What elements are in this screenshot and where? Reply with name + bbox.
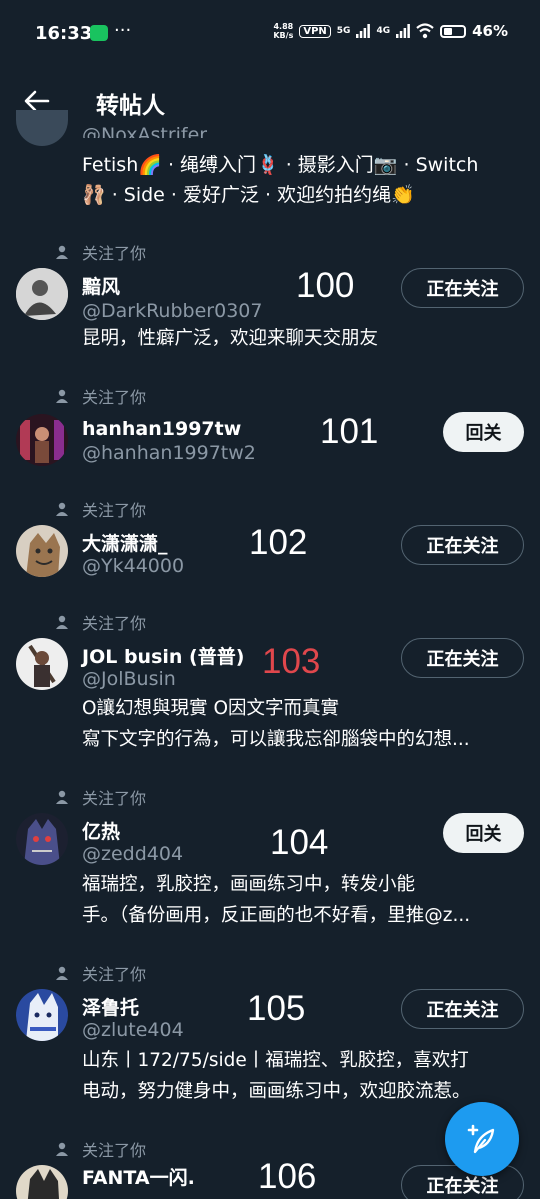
user-name: 黯风	[82, 276, 121, 298]
user-bio: 山东丨172/75/side丨福瑞控、乳胶控，喜欢打 电动，努力健身中，画画练习…	[82, 1050, 471, 1102]
user-name: 大潇潇潇_	[82, 533, 168, 555]
user-name: JOL busin (普普)	[82, 646, 245, 668]
avatar[interactable]	[16, 525, 68, 577]
annotation-number: 104	[270, 823, 329, 862]
avatar[interactable]	[16, 1165, 68, 1199]
network-type-1: 5G	[336, 26, 351, 36]
person-icon	[56, 389, 68, 403]
person-icon	[56, 790, 68, 804]
user-handle: @zedd404	[82, 843, 184, 865]
follows-you-indicator: 关注了你	[56, 610, 146, 634]
follows-you-indicator: 关注了你	[56, 961, 146, 985]
follow-back-button[interactable]: 回关	[443, 813, 524, 853]
status-bar: 16:33 ··· 4.88 KB/s VPN 5G 4G 46%	[0, 0, 540, 70]
avatar[interactable]	[16, 268, 68, 320]
network-type-2: 4G	[376, 26, 391, 36]
user-bio: O讓幻想與現實 O因文字而真實 寫下文字的行為，可以讓我忘卻腦袋中的幻想...	[82, 698, 470, 750]
status-time: 16:33	[35, 23, 93, 44]
user-name: 亿热	[82, 821, 121, 843]
person-icon	[56, 502, 68, 516]
annotation-number: 102	[249, 523, 308, 562]
signal-bars-icon	[356, 24, 371, 38]
signal-bars-icon	[396, 24, 410, 38]
annotation-number: 105	[247, 989, 306, 1028]
follows-you-indicator: 关注了你	[56, 497, 146, 521]
user-bio: 昆明，性癖广泛，欢迎来聊天交朋友	[82, 328, 379, 349]
annotation-number: 103	[262, 642, 321, 681]
user-bio: 福瑞控，乳胶控，画画练习中，转发小能 手。（备份画用，反正画的也不好看，里推@z…	[82, 874, 471, 926]
follow-back-button[interactable]: 回关	[443, 412, 524, 452]
annotation-number: 106	[258, 1157, 317, 1196]
person-icon	[56, 245, 68, 259]
user-name: hanhan1997tw	[82, 418, 242, 440]
user-bio: Fetish🌈 · 绳缚入门🪢 · 摄影入门📷 · Switch 🩰 · Sid…	[82, 154, 479, 206]
following-button[interactable]: 正在关注	[401, 525, 524, 565]
avatar[interactable]	[16, 638, 68, 690]
more-notifications-icon: ···	[114, 20, 132, 41]
user-name: 泽鲁托	[82, 997, 140, 1019]
compose-button[interactable]	[445, 1102, 519, 1176]
follows-you-indicator: 关注了你	[56, 785, 146, 809]
user-handle: @zlute404	[82, 1019, 184, 1041]
user-handle: @JolBusin	[82, 668, 176, 690]
avatar[interactable]	[16, 813, 68, 865]
avatar[interactable]	[16, 414, 68, 466]
page-title: 转帖人	[96, 93, 165, 119]
follows-you-indicator: 关注了你	[56, 240, 146, 264]
avatar[interactable]	[16, 989, 68, 1041]
vpn-badge: VPN	[299, 24, 331, 38]
user-handle: @DarkRubber0307	[82, 300, 263, 322]
person-icon	[56, 615, 68, 629]
annotation-number: 101	[320, 412, 379, 451]
wechat-notification-icon	[90, 25, 108, 41]
follows-you-indicator: 关注了你	[56, 1137, 146, 1161]
user-name: FANTA一闪.	[82, 1167, 195, 1189]
avatar[interactable]	[16, 110, 68, 146]
wifi-icon	[416, 23, 434, 39]
annotation-number: 100	[296, 266, 355, 305]
battery-percent: 46%	[472, 22, 508, 40]
network-speed: 4.88 KB/s	[273, 22, 294, 40]
follows-you-indicator: 关注了你	[56, 384, 146, 408]
user-handle: @hanhan1997tw2	[82, 442, 256, 464]
following-button[interactable]: 正在关注	[401, 268, 524, 308]
user-handle: @NoxAstrifer	[82, 124, 208, 138]
compose-feather-icon	[467, 1124, 495, 1154]
user-handle: @Yk44000	[82, 555, 185, 577]
person-icon	[56, 1142, 68, 1156]
following-button[interactable]: 正在关注	[401, 638, 524, 678]
top-app-bar: 转帖人	[0, 70, 540, 132]
person-icon	[56, 966, 68, 980]
battery-icon	[440, 24, 467, 38]
following-button[interactable]: 正在关注	[401, 989, 524, 1029]
